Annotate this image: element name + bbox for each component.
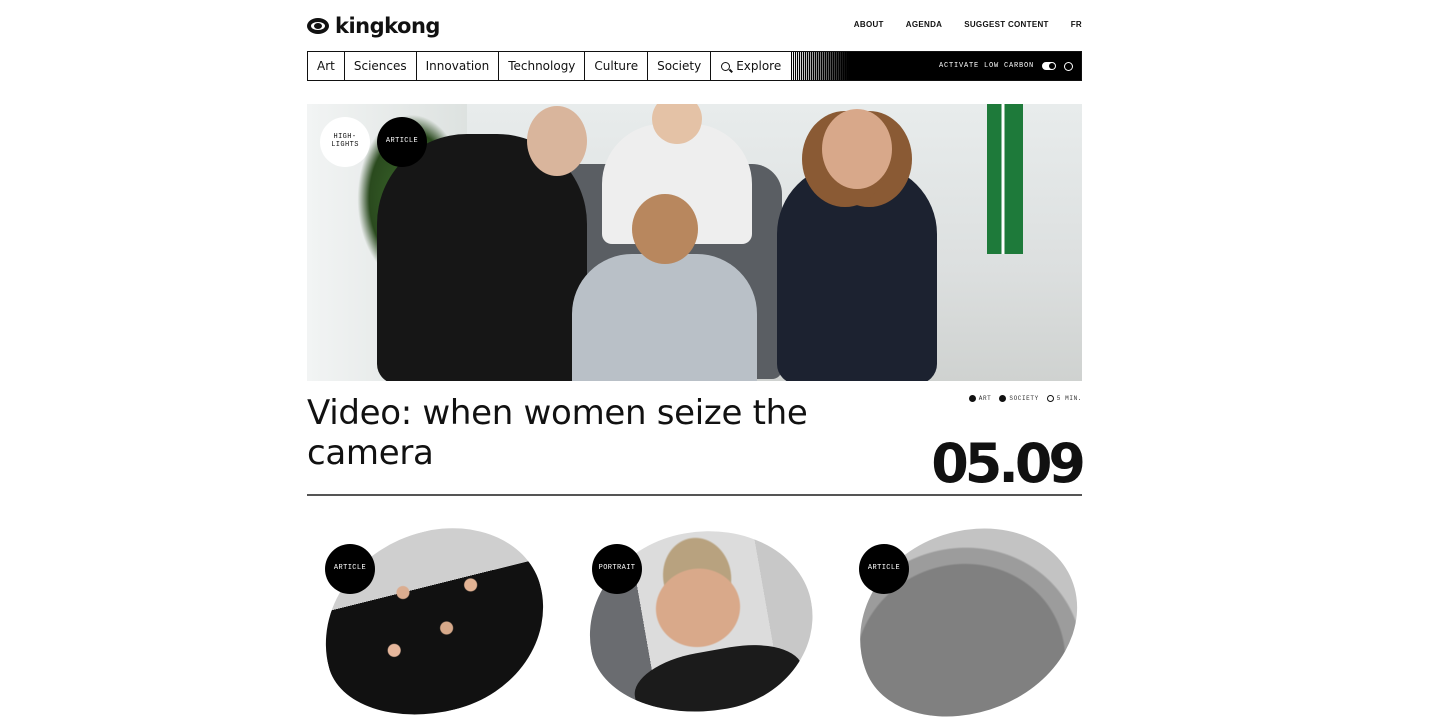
low-carbon-bar: ACTIVATE LOW CARBON (849, 52, 1081, 80)
tag-society[interactable]: SOCIETY (999, 395, 1038, 402)
language-switch-link[interactable]: FR (1071, 20, 1082, 29)
low-carbon-label: ACTIVATE LOW CARBON (938, 62, 1034, 70)
hero-person-head (632, 194, 698, 264)
hero-person-center (572, 194, 757, 381)
clock-dot-icon (1046, 395, 1054, 402)
explore-label: Explore (736, 59, 782, 73)
nav-agenda-link[interactable]: AGENDA (906, 20, 942, 29)
article-date: 05.09 (931, 432, 1086, 495)
category-culture[interactable]: Culture (585, 52, 649, 80)
article-headline[interactable]: Video: when women seize the camera (307, 393, 827, 473)
portrait-shirt (629, 635, 811, 720)
article-card[interactable]: PORTRAIT (574, 513, 827, 720)
card-image-group-photo (302, 507, 565, 720)
hero-person-right (777, 109, 937, 381)
logo-eye-icon (307, 18, 329, 34)
card-type-badge: PORTRAIT (592, 544, 642, 594)
hero-image[interactable]: HIGH- LIGHTS ARTICLE (307, 104, 1082, 381)
hero-person-left (377, 106, 587, 381)
article-type-badge: ARTICLE (377, 117, 427, 167)
category-nav: Art Sciences Innovation Technology Cultu… (307, 51, 1082, 81)
dither-gradient-decoration (791, 52, 850, 80)
hero-person-head (822, 109, 892, 189)
reading-time-label: 5 MIN. (1056, 395, 1082, 402)
card-type-badge: ARTICLE (325, 544, 375, 594)
nav-suggest-content-link[interactable]: SUGGEST CONTENT (964, 20, 1049, 29)
search-icon (721, 61, 731, 71)
category-technology[interactable]: Technology (499, 52, 586, 80)
tag-dot-icon (968, 395, 976, 402)
article-card[interactable]: ARTICLE (829, 496, 1106, 720)
category-society[interactable]: Society (648, 52, 712, 80)
explore-button[interactable]: Explore (711, 52, 791, 80)
tag-label: ART (978, 395, 992, 402)
card-image-microscope (829, 496, 1106, 720)
hero-person-head (652, 104, 702, 144)
category-sciences[interactable]: Sciences (345, 52, 417, 80)
nav-about-link[interactable]: ABOUT (854, 20, 884, 29)
category-art[interactable]: Art (308, 52, 345, 80)
hero-green-garment (987, 104, 1023, 254)
top-navigation: ABOUT AGENDA SUGGEST CONTENT FR (854, 20, 1082, 29)
hero-person-head (527, 106, 587, 176)
tag-label: SOCIETY (1009, 395, 1039, 402)
article-tags: ART SOCIETY 5 MIN. (968, 395, 1082, 402)
tag-art[interactable]: ART (968, 395, 992, 402)
logo-text: kingkong (335, 14, 440, 38)
card-type-badge: ARTICLE (859, 544, 909, 594)
low-carbon-toggle[interactable] (1042, 62, 1056, 70)
reading-time: 5 MIN. (1046, 395, 1082, 402)
article-card[interactable]: ARTICLE (302, 507, 565, 720)
tag-dot-icon (999, 395, 1007, 402)
category-innovation[interactable]: Innovation (417, 52, 500, 80)
info-icon[interactable] (1064, 61, 1073, 71)
highlights-badge: HIGH- LIGHTS (320, 117, 370, 167)
site-logo[interactable]: kingkong (307, 12, 440, 40)
divider (307, 494, 1082, 496)
